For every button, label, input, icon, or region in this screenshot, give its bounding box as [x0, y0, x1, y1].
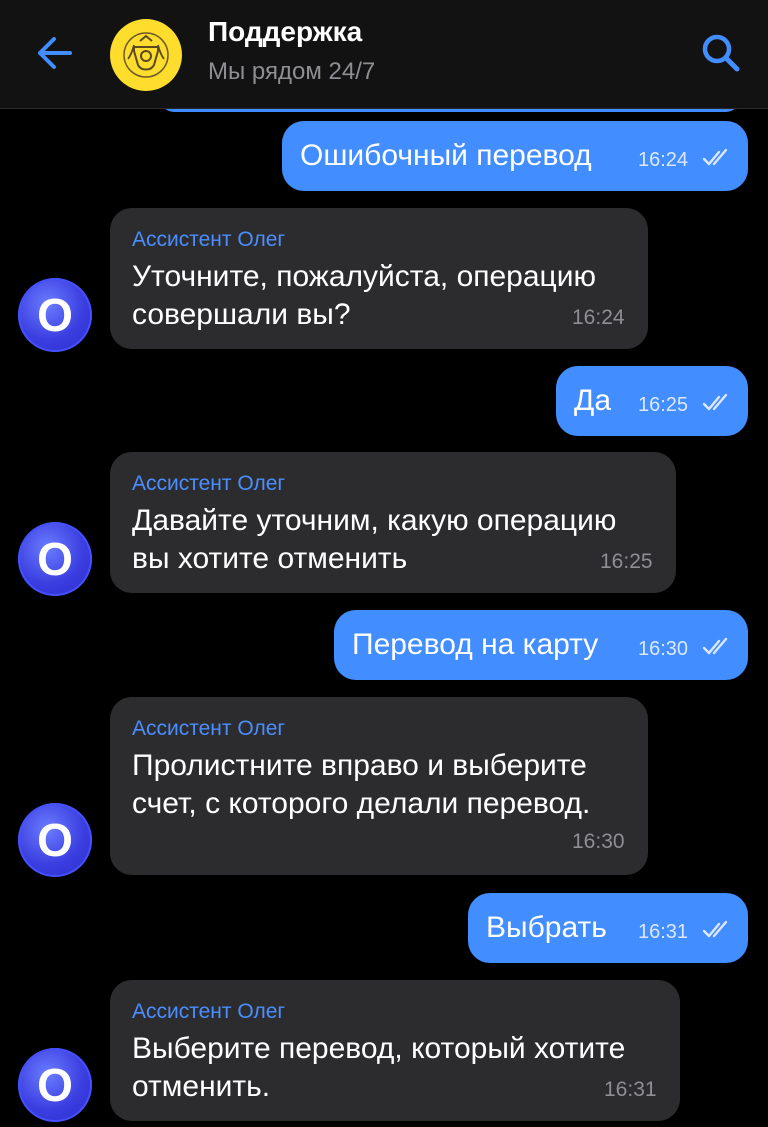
sender-name: Ассистент Олег — [132, 472, 286, 495]
assistant-avatar[interactable]: O — [18, 803, 92, 877]
message-text-line: совершали вы? — [132, 298, 351, 331]
message-text: Да — [574, 384, 612, 417]
back-button[interactable] — [30, 30, 80, 76]
assistant-avatar[interactable]: O — [18, 278, 92, 352]
message-time: 16:30 — [572, 830, 625, 853]
sender-name: Ассистент Олег — [132, 717, 286, 740]
message-text-line: отменить. — [132, 1070, 271, 1103]
message-time: 16:31 — [604, 1078, 657, 1101]
incoming-message[interactable]: Ассистент Олег Выберите перевод, который… — [110, 980, 680, 1121]
message-time: 16:25 — [638, 394, 689, 416]
message-text: Выбрать — [486, 911, 607, 944]
assistant-avatar[interactable]: O — [18, 1048, 92, 1122]
message-time: 16:30 — [638, 638, 689, 660]
message-text-line: Выберите перевод, который хотите — [132, 1032, 626, 1065]
sender-name: Ассистент Олег — [132, 228, 286, 251]
message-time: 16:31 — [638, 921, 689, 943]
double-check-icon — [702, 637, 728, 655]
double-check-icon — [702, 393, 728, 411]
outgoing-message[interactable]: Ошибочный перевод 16:24 — [282, 121, 748, 191]
incoming-message[interactable]: Ассистент Олег Уточните, пожалуйста, опе… — [110, 208, 648, 349]
incoming-message[interactable]: Ассистент Олег Пролистните вправо и выбе… — [110, 697, 648, 875]
chat-subtitle: Мы рядом 24/7 — [208, 58, 376, 85]
tinkoff-logo[interactable] — [110, 19, 182, 91]
bank-emblem-icon — [123, 32, 169, 78]
assistant-avatar[interactable]: O — [18, 522, 92, 596]
chat-header: Поддержка Мы рядом 24/7 — [0, 0, 768, 109]
message-text-line: Пролистните вправо и выберите — [132, 749, 587, 782]
double-check-icon — [702, 920, 728, 938]
message-text-line: счет, с которого делали перевод. — [132, 787, 591, 820]
search-button[interactable] — [696, 28, 746, 78]
message-time: 16:25 — [600, 550, 653, 573]
message-time: 16:24 — [572, 306, 625, 329]
arrow-left-icon — [38, 37, 72, 69]
outgoing-message[interactable]: Выбрать 16:31 — [468, 893, 748, 963]
sender-name: Ассистент Олег — [132, 1000, 286, 1023]
outgoing-message[interactable]: Да 16:25 — [556, 366, 748, 436]
incoming-message[interactable]: Ассистент Олег Давайте уточним, какую оп… — [110, 452, 676, 593]
message-text: Ошибочный перевод — [300, 139, 592, 172]
outgoing-message[interactable]: Перевод на карту 16:30 — [334, 610, 748, 680]
chat-title: Поддержка — [208, 16, 363, 47]
double-check-icon — [702, 148, 728, 166]
message-text-line: Уточните, пожалуйста, операцию — [132, 260, 596, 293]
message-time: 16:24 — [638, 149, 689, 171]
message-text-line: вы хотите отменить — [132, 542, 408, 575]
message-text: Перевод на карту — [352, 628, 599, 661]
search-icon — [702, 34, 740, 72]
message-text-line: Давайте уточним, какую операцию — [132, 504, 617, 537]
